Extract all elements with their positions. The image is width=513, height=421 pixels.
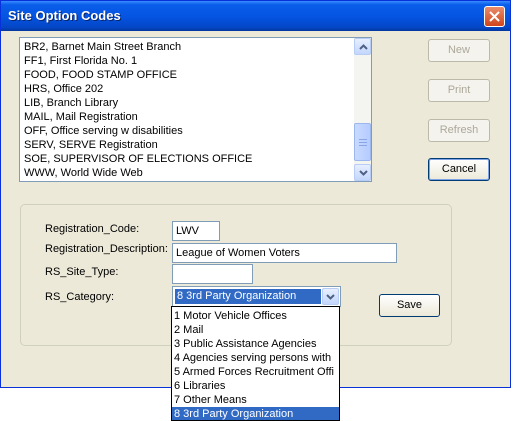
refresh-button[interactable]: Refresh xyxy=(428,119,490,142)
rs-category-dropdown-button[interactable] xyxy=(322,288,339,305)
list-item[interactable]: HRS, Office 202 xyxy=(20,82,354,96)
registration-code-input[interactable]: LWV xyxy=(172,221,220,241)
list-item[interactable]: FF1, First Florida No. 1 xyxy=(20,54,354,68)
dropdown-option[interactable]: 1 Motor Vehicle Offices xyxy=(172,309,339,323)
save-button[interactable]: Save xyxy=(379,294,440,317)
chevron-down-icon xyxy=(359,170,368,176)
close-icon xyxy=(489,11,500,22)
dropdown-option[interactable]: 8 3rd Party Organization xyxy=(172,407,339,420)
thumb-grip-line xyxy=(359,145,367,146)
list-item[interactable]: OFF, Office serving w disabilities xyxy=(20,124,354,138)
list-item[interactable]: BR2, Barnet Main Street Branch xyxy=(20,40,354,54)
title-bar[interactable]: Site Option Codes xyxy=(1,1,510,31)
dropdown-option[interactable]: 4 Agencies serving persons with xyxy=(172,351,339,365)
rs-category-select[interactable]: 8 3rd Party Organization xyxy=(172,286,341,307)
rs-category-dropdown-list[interactable]: 1 Motor Vehicle Offices 2 Mail 3 Public As… xyxy=(171,306,340,421)
chevron-down-icon xyxy=(326,294,335,300)
scroll-up-button[interactable] xyxy=(354,38,371,55)
print-button[interactable]: Print xyxy=(428,79,490,102)
thumb-grip-line xyxy=(359,142,367,143)
dropdown-option[interactable]: 2 Mail xyxy=(172,323,339,337)
list-item[interactable]: LIB, Branch Library xyxy=(20,96,354,110)
close-button[interactable] xyxy=(484,6,505,27)
site-code-list-items: BR2, Barnet Main Street Branch FF1, First… xyxy=(20,38,354,181)
dropdown-option[interactable]: 6 Libraries xyxy=(172,379,339,393)
registration-description-label: Registration_Description: xyxy=(45,243,168,255)
site-code-list[interactable]: BR2, Barnet Main Street Branch FF1, First… xyxy=(19,37,372,182)
window-title: Site Option Codes xyxy=(8,8,121,23)
cancel-button[interactable]: Cancel xyxy=(428,158,490,181)
dropdown-option[interactable]: 7 Other Means xyxy=(172,393,339,407)
rs-site-type-label: RS_Site_Type: xyxy=(45,266,119,278)
list-item[interactable]: SERV, SERVE Registration xyxy=(20,138,354,152)
registration-description-input[interactable]: League of Women Voters xyxy=(172,243,397,263)
rs-category-value: 8 3rd Party Organization xyxy=(175,289,321,304)
list-item[interactable]: SOE, SUPERVISOR OF ELECTIONS OFFICE xyxy=(20,152,354,166)
list-scrollbar[interactable] xyxy=(354,38,371,181)
rs-category-label: RS_Category: xyxy=(45,291,115,303)
scroll-down-button[interactable] xyxy=(354,164,371,181)
new-button[interactable]: New xyxy=(428,39,490,62)
dropdown-option[interactable]: 3 Public Assistance Agencies xyxy=(172,337,339,351)
dropdown-option[interactable]: 5 Armed Forces Recruitment Offi xyxy=(172,365,339,379)
list-item[interactable]: FOOD, FOOD STAMP OFFICE xyxy=(20,68,354,82)
rs-site-type-input[interactable] xyxy=(172,264,253,284)
registration-code-label: Registration_Code: xyxy=(45,223,140,235)
list-item[interactable]: MAIL, Mail Registration xyxy=(20,110,354,124)
scroll-thumb[interactable] xyxy=(354,123,371,161)
chevron-up-icon xyxy=(359,44,368,50)
thumb-grip-line xyxy=(359,139,367,140)
list-item[interactable]: WWW, World Wide Web xyxy=(20,166,354,180)
